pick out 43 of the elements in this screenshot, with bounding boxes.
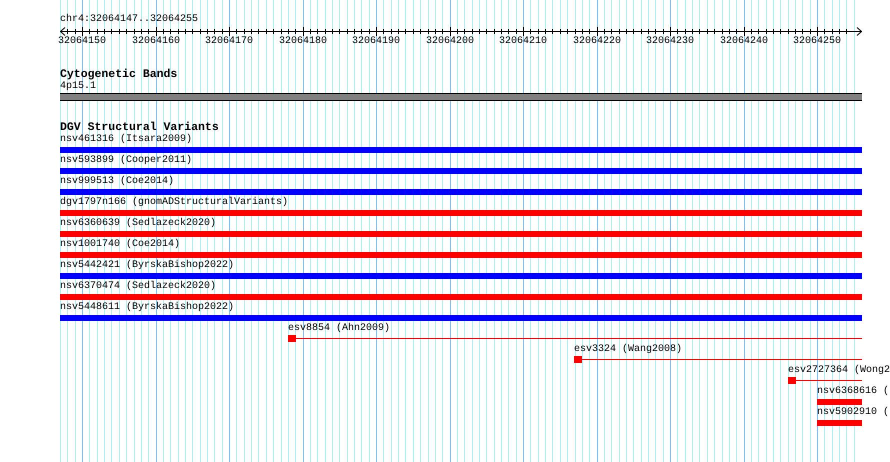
variant-bar[interactable] [60,210,862,216]
variant-label[interactable]: nsv1001740 (Coe2014) [60,239,180,251]
variant-label[interactable]: nsv6370474 (Sedlazeck2020) [60,281,216,293]
band-label: 4p15.1 [60,81,96,93]
variant-feature-drawing[interactable] [574,356,862,363]
track-title: DGV Structural Variants [60,121,219,134]
variant-bar[interactable] [60,294,862,300]
tick-label: 32064230 [646,36,694,48]
variant-bar[interactable] [60,168,862,174]
variant-bar[interactable] [817,420,862,426]
variant-bar[interactable] [60,273,862,279]
variant-bar[interactable] [60,231,862,237]
tick-label: 32064200 [426,36,474,48]
tick-label: 32064160 [132,36,180,48]
tick-label: 32064250 [793,36,841,48]
tick-label: 32064240 [720,36,768,48]
variant-label[interactable]: nsv461316 (Itsara2009) [60,134,192,146]
variant-label[interactable]: nsv593899 (Cooper2011) [60,155,192,167]
tick-label: 32064170 [205,36,253,48]
variant-label[interactable]: esv3324 (Wang2008) [574,344,682,356]
variant-feature-drawing[interactable] [788,377,862,384]
variant-bar[interactable] [60,189,862,195]
variant-bar[interactable] [817,399,862,405]
variant-label[interactable]: nsv5902910 ( [817,407,890,419]
tick-label: 32064220 [573,36,621,48]
tick-label: 32064150 [58,36,106,48]
variant-label[interactable]: esv2727364 (Wong2 [788,365,890,377]
variant-bar[interactable] [60,147,862,153]
variant-bar[interactable] [60,252,862,258]
variant-label[interactable]: nsv999513 (Coe2014) [60,176,174,188]
tick-label: 32064180 [279,36,327,48]
tick-label: 32064210 [499,36,547,48]
tick-label: 32064190 [352,36,400,48]
location-label: chr4:32064147..32064255 [60,14,198,26]
variant-label[interactable]: dgv1797n166 (gnomADStructuralVariants) [60,197,288,209]
variant-label[interactable]: nsv5442421 (ByrskaBishop2022) [60,260,234,272]
variant-label[interactable]: nsv6368616 ( [817,386,890,398]
variant-feature-drawing[interactable] [288,335,862,342]
variant-label[interactable]: esv8854 (Ahn2009) [288,323,390,335]
variant-label[interactable]: nsv6360639 (Sedlazeck2020) [60,218,216,230]
variant-bar[interactable] [60,315,862,321]
track-title: Cytogenetic Bands [60,68,178,81]
variant-label[interactable]: nsv5448611 (ByrskaBishop2022) [60,302,234,314]
